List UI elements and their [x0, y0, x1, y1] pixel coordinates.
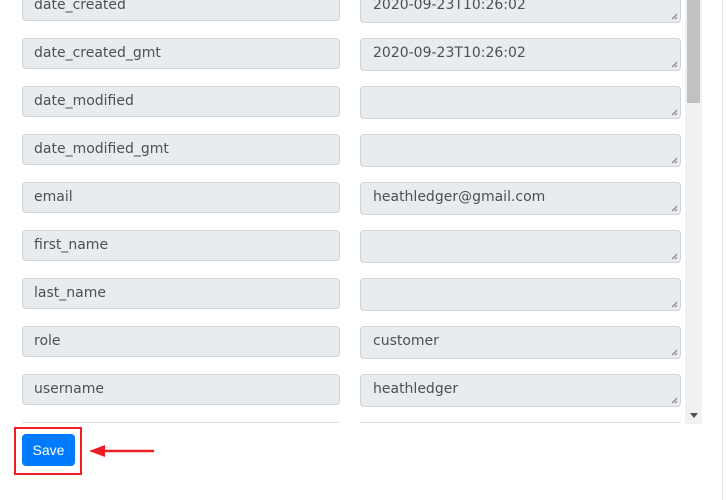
field-row: email heathledger@gmail.com [0, 182, 684, 230]
field-value-textarea[interactable]: 2020-09-23T10:26:02 [360, 0, 681, 23]
field-name-input[interactable]: date_created [22, 0, 340, 21]
textarea-resize-icon[interactable] [670, 12, 678, 20]
field-mapping-list: date_created 2020-09-23T10:26:02 date_cr… [0, 0, 684, 424]
field-row: role customer [0, 326, 684, 374]
save-button[interactable]: Save [22, 434, 75, 466]
field-value-text: heathledger [373, 381, 459, 397]
field-value-textarea[interactable] [360, 230, 681, 263]
textarea-resize-icon[interactable] [670, 108, 678, 116]
field-rows: date_created 2020-09-23T10:26:02 date_cr… [0, 0, 684, 424]
field-row-partial [0, 422, 684, 424]
field-value-text: heathledger@gmail.com [373, 189, 546, 205]
field-name-input[interactable]: first_name [22, 230, 340, 261]
field-value-textarea[interactable]: customer [360, 326, 681, 359]
field-name-input[interactable]: date_modified_gmt [22, 134, 340, 165]
scrollbar-thumb[interactable] [687, 0, 700, 103]
field-row: first_name [0, 230, 684, 278]
scroll-down-button[interactable] [685, 408, 702, 422]
field-value-textarea[interactable] [360, 422, 681, 424]
textarea-resize-icon[interactable] [670, 348, 678, 356]
field-name-input[interactable]: date_modified [22, 86, 340, 117]
field-name-input[interactable]: email [22, 182, 340, 213]
field-value-textarea[interactable] [360, 86, 681, 119]
field-row: date_modified_gmt [0, 134, 684, 182]
textarea-resize-icon[interactable] [670, 396, 678, 404]
field-value-textarea[interactable] [360, 134, 681, 167]
field-row: date_created 2020-09-23T10:26:02 [0, 0, 684, 38]
textarea-resize-icon[interactable] [670, 156, 678, 164]
textarea-resize-icon[interactable] [670, 60, 678, 68]
field-value-text: 2020-09-23T10:26:02 [373, 45, 526, 61]
field-row: last_name [0, 278, 684, 326]
field-value-text: 2020-09-23T10:26:02 [373, 0, 526, 13]
field-value-text: customer [373, 333, 439, 349]
textarea-resize-icon[interactable] [670, 252, 678, 260]
field-value-textarea[interactable] [360, 278, 681, 311]
field-name-input[interactable]: last_name [22, 278, 340, 309]
left-arrow-icon [89, 445, 154, 457]
field-name-input[interactable]: role [22, 326, 340, 357]
field-row: username heathledger [0, 374, 684, 422]
textarea-resize-icon[interactable] [670, 300, 678, 308]
field-name-input[interactable] [22, 422, 340, 424]
field-name-input[interactable]: username [22, 374, 340, 405]
field-value-textarea[interactable]: 2020-09-23T10:26:02 [360, 38, 681, 71]
field-value-textarea[interactable]: heathledger [360, 374, 681, 407]
scroll-down-arrow-icon [689, 412, 698, 418]
field-row: date_modified [0, 86, 684, 134]
field-name-input[interactable]: date_created_gmt [22, 38, 340, 69]
vertical-scrollbar[interactable] [685, 0, 702, 424]
field-value-textarea[interactable]: heathledger@gmail.com [360, 182, 681, 215]
field-row: date_created_gmt 2020-09-23T10:26:02 [0, 38, 684, 86]
panel-border [722, 0, 723, 500]
textarea-resize-icon[interactable] [670, 204, 678, 212]
